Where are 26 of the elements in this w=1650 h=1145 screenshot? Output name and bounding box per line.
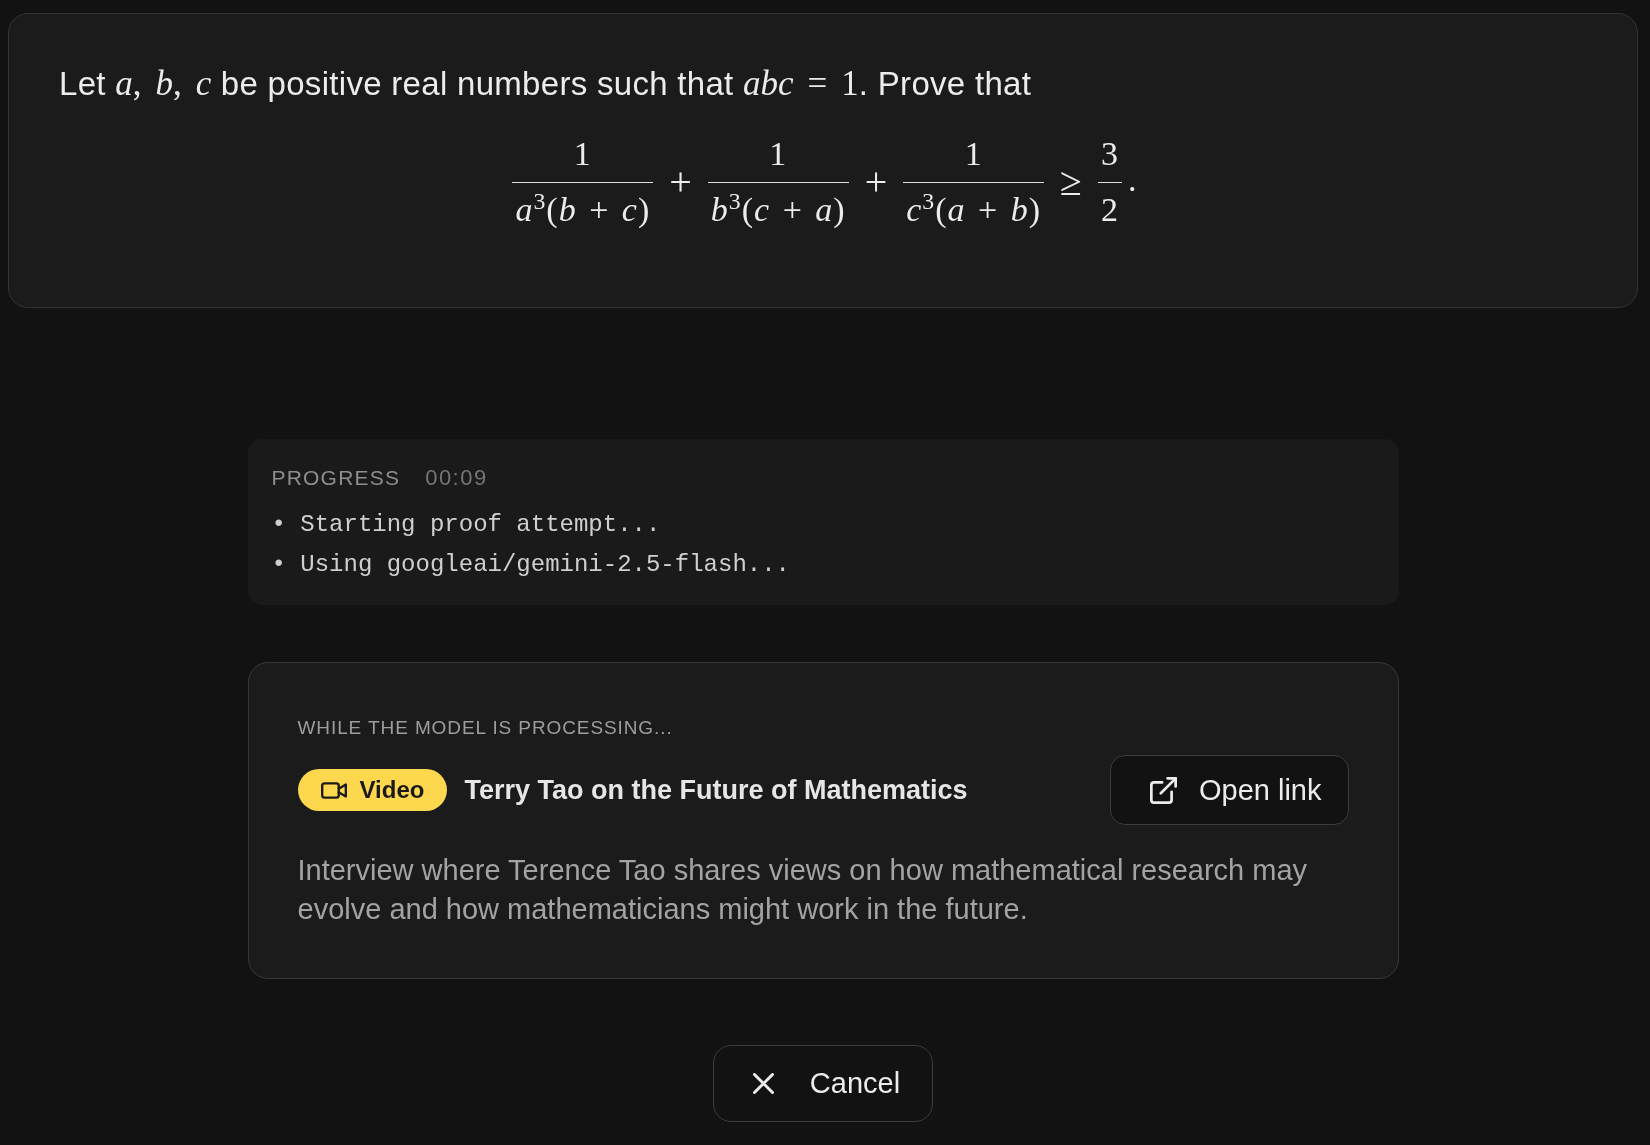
section-heading: WHILE THE MODEL IS PROCESSING...: [297, 716, 674, 740]
fraction-numerator: 1: [572, 134, 593, 174]
external-link-icon: [1150, 776, 1177, 804]
video-camera-icon: [320, 781, 347, 799]
problem-statement: Let a, b, c be positive real numbers such that abc = 1. Prove that: [59, 64, 1033, 104]
elapsed-time: 00:09: [425, 465, 488, 491]
progress-label: PROGRESS: [271, 466, 401, 490]
log-line: • Starting proof attempt...: [271, 510, 662, 540]
fraction-denominator: b$^{3}$(c + a): [707, 182, 849, 230]
close-icon: [752, 1073, 774, 1094]
fraction-numerator: 1: [963, 134, 984, 174]
resource-title: Terry Tao on the Future of Mathematics: [464, 774, 968, 806]
math-operator: +: [669, 161, 692, 202]
fraction-denominator: 2: [1098, 182, 1123, 230]
cancel-button[interactable]: Cancel: [712, 1045, 934, 1122]
badge-label: Video: [359, 776, 425, 804]
open-link-button[interactable]: Open link: [1110, 755, 1349, 825]
fraction-numerator: 3: [1100, 134, 1121, 174]
fraction-numerator: 1: [768, 134, 789, 174]
math-punctuation: .: [1128, 163, 1137, 197]
math-operator: ≥: [1060, 161, 1083, 202]
fraction-denominator: a$^{3}$(b + c): [512, 182, 654, 230]
log-line: • Using googleai/gemini-2.5-flash...: [271, 550, 791, 580]
resource-description: Interview where Terence Tao shares views on how mathematical research may evolve and how mathematicians might work in the future.: [297, 853, 1309, 927]
fraction-denominator: c$^{3}$(a + b): [903, 182, 1045, 230]
math-operator: +: [864, 161, 888, 202]
